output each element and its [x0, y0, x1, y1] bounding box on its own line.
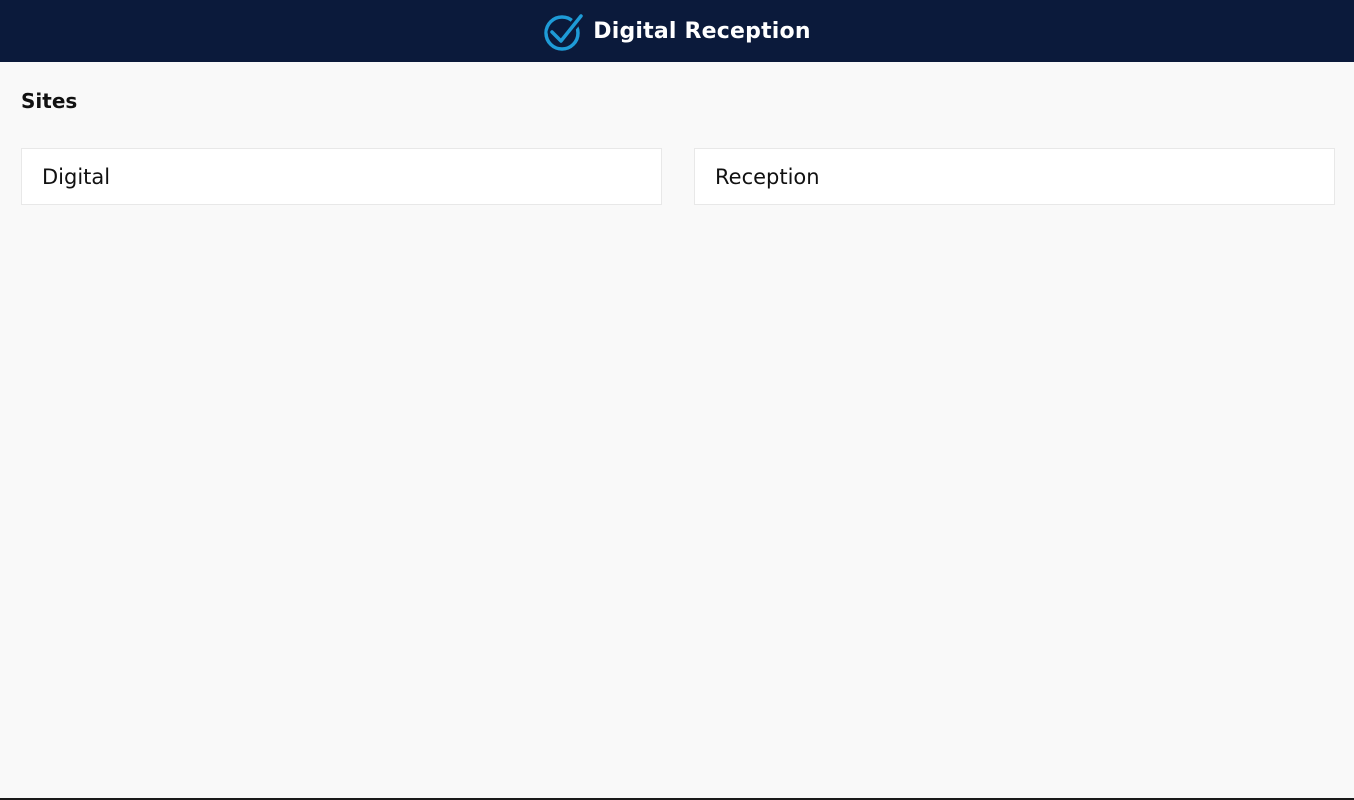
app-header: Digital Reception: [0, 0, 1354, 62]
site-card-reception[interactable]: Reception: [694, 148, 1335, 205]
sites-page: Sites Digital Reception: [0, 62, 1354, 798]
brand: Digital Reception: [543, 10, 811, 52]
check-circle-icon: [544, 11, 586, 51]
app-title: Digital Reception: [593, 18, 811, 44]
site-card-label: Digital: [42, 164, 111, 189]
page-title: Sites: [21, 89, 78, 113]
site-card-label: Reception: [715, 164, 820, 189]
site-card-digital[interactable]: Digital: [21, 148, 662, 205]
